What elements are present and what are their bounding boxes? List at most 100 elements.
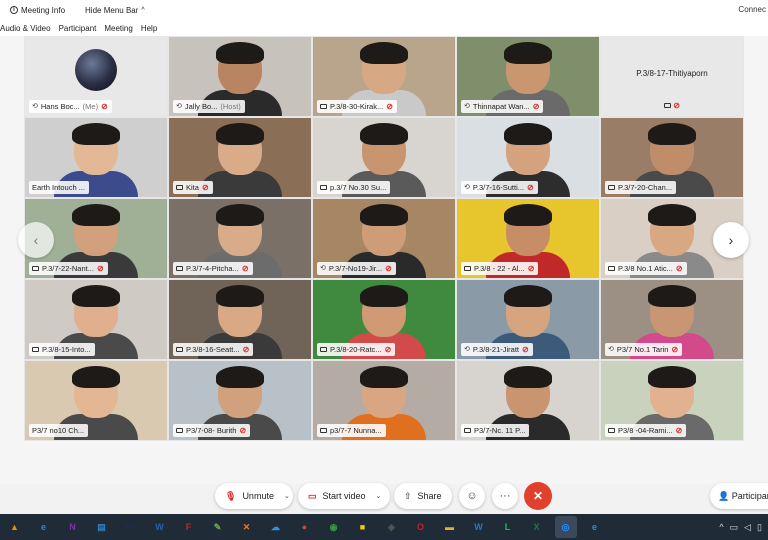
participant-name-tag: P.3/7-4-Pitcha... ⊘: [173, 262, 253, 275]
end-meeting-button[interactable]: ✕: [524, 482, 552, 510]
chevron-up-icon[interactable]: ^: [719, 522, 723, 532]
line-icon[interactable]: L: [497, 516, 519, 538]
participant-tile[interactable]: ⟲ P.3/7-No19-Jir... ⊘: [312, 198, 456, 279]
onedrive-icon[interactable]: ☁: [265, 516, 287, 538]
info-icon: i: [10, 6, 18, 14]
edge-icon[interactable]: e: [33, 516, 55, 538]
participant-tile[interactable]: Earth Intouch ...: [24, 117, 168, 198]
previous-page-button[interactable]: ‹: [18, 222, 54, 258]
participant-tile[interactable]: P.3/8-17-Thitiyaporn ⊘: [600, 36, 744, 117]
participant-tile[interactable]: P.3/8-15-Into...: [24, 279, 168, 360]
chevron-down-icon[interactable]: ⌄: [376, 492, 382, 500]
powerpoint-icon[interactable]: ●: [294, 516, 316, 538]
participant-tile[interactable]: P.3/8-16-Seatt... ⊘: [168, 279, 312, 360]
participant-status: ⊘: [601, 101, 743, 110]
excel-icon[interactable]: X: [526, 516, 548, 538]
mic-muted-icon: 🎙: [225, 490, 237, 501]
sticky-notes-icon[interactable]: ■: [352, 516, 374, 538]
mic-muted-icon: ⊘: [96, 264, 104, 273]
participant-tile[interactable]: ⟲ Jally Bo... (Host): [168, 36, 312, 117]
participants-button[interactable]: 👤 Participan: [710, 483, 768, 509]
internet-explorer-icon[interactable]: e: [584, 516, 606, 538]
chevron-left-icon: ‹: [33, 232, 39, 248]
participant-name: p.3/7 No.30 Su...: [330, 183, 387, 192]
participant-tile[interactable]: Kita ⊘: [168, 117, 312, 198]
battery-icon[interactable]: ▯: [757, 522, 762, 533]
menu-meeting[interactable]: Meeting: [104, 24, 136, 33]
chevron-down-icon[interactable]: ⌄: [284, 492, 290, 500]
photoshop-icon[interactable]: Ps: [120, 516, 142, 538]
file-explorer-icon[interactable]: ▬: [439, 516, 461, 538]
hide-menu-bar-button[interactable]: Hide Menu Bar ^: [75, 0, 155, 20]
participant-tile[interactable]: P.3/8-30-Kirak... ⊘: [312, 36, 456, 117]
xampp-icon[interactable]: ✕: [236, 516, 258, 538]
participant-name-tag: P.3/8-30-Kirak... ⊘: [317, 100, 397, 113]
participant-tile[interactable]: P3/8 -04-Rami... ⊘: [600, 360, 744, 441]
network-icon[interactable]: ▭: [730, 522, 739, 533]
participant-name: Jally Bo...: [184, 102, 218, 111]
participant-tile[interactable]: ⟲ Thinnapat Wan... ⊘: [456, 36, 600, 117]
mic-muted-icon: ⊘: [673, 101, 680, 110]
participant-name: P.3/7-No19-Jir...: [328, 264, 383, 273]
reactions-button[interactable]: ☺: [459, 483, 485, 509]
participant-tile[interactable]: P.3/7-20-Chan...: [600, 117, 744, 198]
meeting-info-label: Meeting Info: [21, 5, 66, 15]
zoom-meeting-window: i Meeting Info Hide Menu Bar ^ Connec Au…: [0, 0, 768, 540]
menu-help[interactable]: Help: [141, 24, 161, 33]
unmute-button[interactable]: 🎙 Unmute ⌄: [215, 483, 293, 509]
participant-tile[interactable]: p3/7-7 Nunna...: [312, 360, 456, 441]
participant-tile[interactable]: P.3/7-4-Pitcha... ⊘: [168, 198, 312, 279]
menu-participant[interactable]: Participant: [59, 24, 101, 33]
notepadpp-icon[interactable]: ✎: [207, 516, 229, 538]
participant-tile[interactable]: P3/7-Nc. 11 P...: [456, 360, 600, 441]
participant-tile[interactable]: ⟲ P.3/7-16-Sutti... ⊘: [456, 117, 600, 198]
unity-icon[interactable]: ◈: [381, 516, 403, 538]
participant-name-tag: P.3/7-22-Nant... ⊘: [29, 262, 108, 275]
share-button[interactable]: ⇧ Share: [394, 483, 452, 509]
participant-tile[interactable]: P3/7-08- Burith ⊘: [168, 360, 312, 441]
screen-icon: [320, 185, 327, 190]
participant-name-tag: P3/7-Nc. 11 P...: [461, 424, 530, 437]
participant-name-tag: p3/7-7 Nunna...: [317, 424, 386, 437]
mic-muted-icon: ⊘: [241, 264, 249, 273]
menu-audio-video[interactable]: Audio & Video: [0, 24, 55, 33]
participant-name-tag: ⟲ P.3/8-21-Jiratt ⊘: [461, 343, 533, 356]
participant-tile[interactable]: ⟲ P.3/8-21-Jiratt ⊘: [456, 279, 600, 360]
screen-icon: [176, 266, 183, 271]
participant-name-tag: ⟲ Thinnapat Wan... ⊘: [461, 100, 544, 113]
screen-icon: [464, 266, 471, 271]
participant-name: P3/7 no10 Ch...: [32, 426, 85, 435]
participant-tile[interactable]: P.3/8 - 22 - Al... ⊘: [456, 198, 600, 279]
mic-muted-icon: ⊘: [532, 102, 540, 111]
participant-name: Hans Boc...: [40, 102, 80, 111]
wps-icon[interactable]: W: [468, 516, 490, 538]
more-button[interactable]: ···: [492, 483, 518, 509]
participant-name-tag: P.3/8-15-Into...: [29, 343, 95, 356]
filezilla-icon[interactable]: F: [178, 516, 200, 538]
participant-name: p3/7-7 Nunna...: [330, 426, 382, 435]
participant-tile[interactable]: P3/7 no10 Ch...: [24, 360, 168, 441]
participant-tile[interactable]: ⟲ Hans Boc... (Me) ⊘: [24, 36, 168, 117]
next-page-button[interactable]: ›: [713, 222, 749, 258]
participant-tile[interactable]: p.3/7 No.30 Su...: [312, 117, 456, 198]
participant-name: P.3/7-4-Pitcha...: [186, 264, 239, 273]
screen-icon: [32, 266, 39, 271]
word-icon[interactable]: W: [149, 516, 171, 538]
participant-name-tag: P.3/8 - 22 - Al... ⊘: [461, 262, 539, 275]
screen-icon: [176, 428, 183, 433]
opera-icon[interactable]: O: [410, 516, 432, 538]
meeting-info-button[interactable]: i Meeting Info: [0, 0, 75, 20]
vlc-icon[interactable]: ▲: [4, 516, 26, 538]
chevron-up-icon: ^: [141, 6, 145, 14]
participants-label: Participan: [731, 491, 768, 501]
participant-tile[interactable]: ⟲ P3/7 No.1 Tarin ⊘: [600, 279, 744, 360]
control-panel-icon[interactable]: ▤: [91, 516, 113, 538]
onenote-icon[interactable]: N: [62, 516, 84, 538]
participant-name: P.3/8-30-Kirak...: [330, 102, 384, 111]
system-tray: ^ ▭ ◁ ▯: [719, 514, 768, 540]
participant-tile[interactable]: P.3/8-20-Ratc... ⊘: [312, 279, 456, 360]
speaker-icon[interactable]: ◁: [744, 522, 751, 533]
chrome-icon[interactable]: ◉: [323, 516, 345, 538]
zoom-app-icon[interactable]: ◎: [554, 516, 577, 538]
start-video-button[interactable]: ▭ Start video ⌄: [298, 483, 390, 509]
